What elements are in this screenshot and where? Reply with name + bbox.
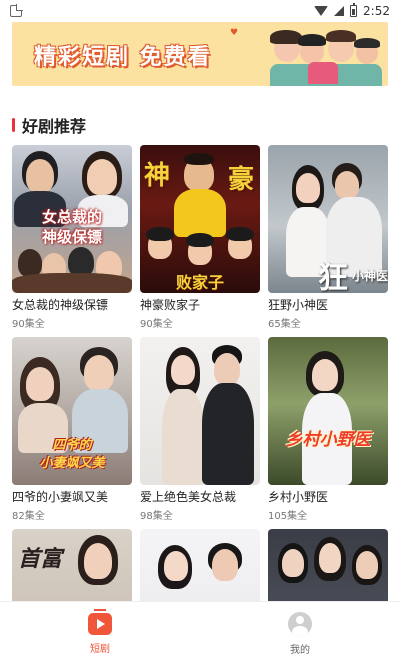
drama-name: 神豪败家子 [140, 298, 201, 312]
nav-label-dramas: 短剧 [90, 644, 110, 655]
poster-subtitle: 败家子 [175, 273, 224, 292]
poster-title: 豪 [227, 165, 254, 195]
drama-name: 狂野小神医 [268, 298, 329, 312]
poster-title: 狂 [318, 261, 348, 293]
drama-poster[interactable]: 乡村小野医 [268, 337, 388, 485]
drama-poster[interactable]: 狂 小神医 [268, 145, 388, 293]
notification-icon [10, 5, 22, 17]
drama-card[interactable]: 爱上绝色美女总裁 98集全 [140, 337, 260, 522]
status-icons: 2:52 [314, 3, 390, 18]
drama-poster[interactable] [140, 337, 260, 485]
drama-episodes: 90集全 [12, 319, 45, 330]
drama-card[interactable]: 四爷的 小妻飒又美 四爷的小妻飒又美 82集全 [12, 337, 132, 522]
drama-name: 爱上绝色美女总裁 [140, 490, 237, 504]
banner-illustration: ♥ [230, 26, 382, 86]
drama-episodes: 98集全 [140, 511, 173, 522]
status-time: 2:52 [363, 4, 390, 18]
section-header: 好剧推荐 [12, 112, 86, 138]
drama-poster[interactable]: 女总裁的 神级保镖 [12, 145, 132, 293]
drama-episodes: 65集全 [268, 319, 301, 330]
drama-name: 女总裁的神级保镖 [12, 298, 109, 312]
drama-card[interactable]: 神 豪 败家子 神豪败家子 90集全 [140, 145, 260, 330]
poster-title: 四爷的 小妻飒又美 [39, 438, 105, 471]
user-icon [288, 612, 312, 636]
poster-subtitle: 小神医 [352, 269, 388, 283]
drama-episodes: 90集全 [140, 319, 173, 330]
battery-icon [350, 3, 358, 17]
section-title: 好剧推荐 [22, 117, 87, 136]
banner-text: 精彩短剧 免费看 [34, 45, 212, 70]
nav-item-dramas[interactable]: 短剧 [0, 602, 200, 666]
drama-card[interactable]: 乡村小野医 乡村小野医 105集全 [268, 337, 388, 522]
nav-item-profile[interactable]: 我的 [200, 602, 400, 666]
wifi-icon [314, 6, 329, 16]
drama-episodes: 105集全 [268, 511, 308, 522]
drama-card[interactable]: 女总裁的 神级保镖 女总裁的神级保镖 90集全 [12, 145, 132, 330]
section-accent-bar [12, 118, 15, 132]
poster-title: 首富 [18, 547, 63, 572]
drama-name: 四爷的小妻飒又美 [12, 490, 109, 504]
promo-banner[interactable]: 精彩短剧 免费看 ♥ [12, 22, 388, 86]
drama-episodes: 82集全 [12, 511, 45, 522]
nav-label-profile: 我的 [290, 645, 310, 656]
bottom-navigation: 短剧 我的 [0, 601, 400, 666]
status-bar: 2:52 [0, 0, 400, 22]
poster-title: 乡村小野医 [285, 430, 371, 450]
drama-poster[interactable]: 四爷的 小妻飒又美 [12, 337, 132, 485]
drama-poster[interactable]: 神 豪 败家子 [140, 145, 260, 293]
drama-name: 乡村小野医 [268, 490, 329, 504]
signal-icon [334, 6, 345, 16]
poster-title: 神 [144, 161, 171, 191]
drama-card[interactable]: 狂 小神医 狂野小神医 65集全 [268, 145, 388, 330]
play-icon [88, 609, 112, 635]
poster-title: 女总裁的 神级保镖 [41, 208, 102, 246]
